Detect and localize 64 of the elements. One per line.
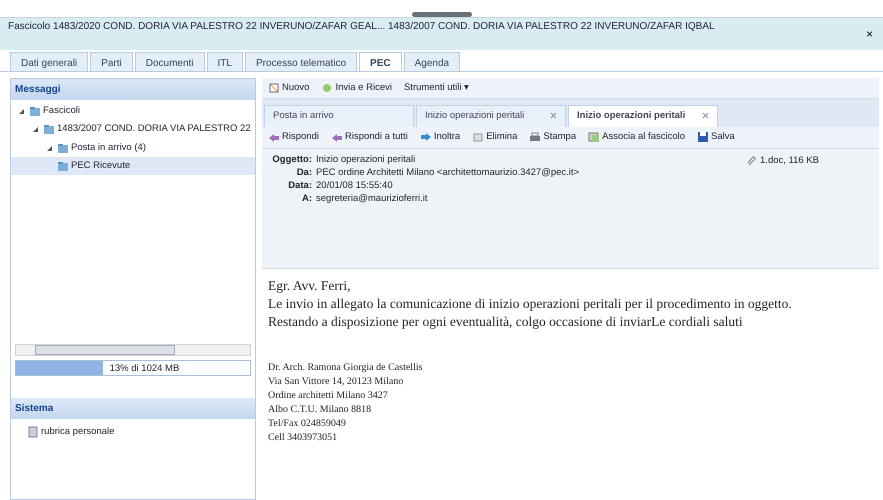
message-paragraph: Egr. Avv. Ferri, <box>268 276 352 294</box>
delete-icon <box>472 131 484 144</box>
field-label: A: <box>300 192 312 204</box>
tab[interactable]: Processo telematico <box>244 52 358 71</box>
message-paragraph: Restando a disposizione per ogni eventualità, colgo occasione di inviarLe cordiali saluti <box>268 312 744 330</box>
tree-item[interactable]: rubrica personale <box>27 423 239 442</box>
folder-icon <box>43 123 55 136</box>
folder-icon <box>57 160 69 172</box>
panel-heading: Sistema <box>11 398 255 419</box>
folder-icon <box>29 105 41 118</box>
tree-item[interactable]: 1483/2007 COND. DORIA VIA PALESTRO 22 <box>11 120 255 138</box>
book-icon <box>27 426 39 438</box>
reply-icon <box>268 131 280 144</box>
message-tab[interactable]: Inizio operazioni peritali <box>568 105 718 128</box>
forward-icon <box>420 131 432 144</box>
print-icon <box>529 131 542 144</box>
field-value: PEC ordine Architetti Milano <architettomaurizio.3427@pec.it> <box>316 166 580 178</box>
signature-line: Cell 3403973051 <box>268 430 338 444</box>
action-button[interactable]: Inoltra <box>418 129 462 146</box>
toolbar-button[interactable]: Nuovo <box>266 80 312 96</box>
scroll-thumb[interactable] <box>412 12 472 17</box>
window-title: Fascicolo 1483/2020 COND. DORIA VIA PALESTRO 22 INVERUNO/ZAFAR GEAL... 1483/2007 COND. DORIA VIA PALESTRO 22 INVERUNO/ZAFAR IQBAL <box>8 21 716 34</box>
field-value: 20/01/08 15:55:40 <box>316 178 393 192</box>
tree-item[interactable]: Fascicoli <box>11 102 255 120</box>
paperclip-icon <box>746 154 758 167</box>
action-button[interactable]: Elimina <box>470 129 520 146</box>
signature-line: Via San Vittore 14, 20123 Milano <box>268 374 404 388</box>
field-label: Da: <box>296 166 312 178</box>
toolbar-button[interactable]: Invia e Ricevi <box>319 80 394 96</box>
tab[interactable]: Documenti <box>134 52 205 71</box>
action-button[interactable]: Associa al fascicolo <box>586 129 688 146</box>
field-value: segreteria@maurizioferri.it <box>316 192 428 204</box>
action-button[interactable]: Stampa <box>527 129 578 146</box>
tab[interactable]: Agenda <box>404 52 460 71</box>
action-button[interactable]: Salva <box>695 129 737 146</box>
tab[interactable]: ITL <box>206 52 243 71</box>
field-label: Data: <box>287 178 312 192</box>
toolbar-button[interactable]: Strumenti utili ▾ <box>402 80 472 96</box>
tab[interactable]: PEC <box>359 52 402 71</box>
panel-heading: Messaggi <box>11 79 255 100</box>
horizontal-scrollbar[interactable] <box>15 344 251 356</box>
signature-line: Albo C.T.U. Milano 8818 <box>268 402 372 416</box>
tree-item[interactable]: Posta in arrivo (4) <box>11 138 255 157</box>
reply-icon <box>330 131 343 144</box>
save-icon <box>697 131 710 144</box>
signature-line: Ordine architetti Milano 3427 <box>268 388 389 402</box>
tab[interactable]: Parti <box>90 52 133 71</box>
folder-icon <box>57 142 69 154</box>
signature-line: Dr. Arch. Ramona Giorgia de Castellis <box>268 360 424 374</box>
folder-icon <box>588 131 600 144</box>
field-value: Inizio operazioni peritali <box>316 152 416 166</box>
signature-line: Tel/Fax 024859049 <box>268 416 347 430</box>
action-button[interactable]: Rispondi a tutti <box>328 129 410 146</box>
attachment-link[interactable]: 1.doc, 116 KB <box>760 154 819 168</box>
document-icon <box>268 82 280 94</box>
tree-item[interactable]: PEC Ricevute <box>11 156 255 175</box>
action-button[interactable]: Rispondi <box>266 129 321 146</box>
tab[interactable]: Dati generali <box>10 52 88 71</box>
close-button[interactable]: × <box>864 21 875 47</box>
message-tab[interactable]: Inizio operazioni peritali <box>416 105 566 128</box>
quota-reading: 13% di 1024 MB <box>110 362 180 376</box>
message-paragraph: Le invio in allegato la comunicazione di inizio operazioni peritali per il procedimento in oggetto. <box>268 294 793 312</box>
message-tab[interactable]: Posta in arrivo <box>264 105 414 128</box>
field-label: Oggetto: <box>271 152 312 166</box>
